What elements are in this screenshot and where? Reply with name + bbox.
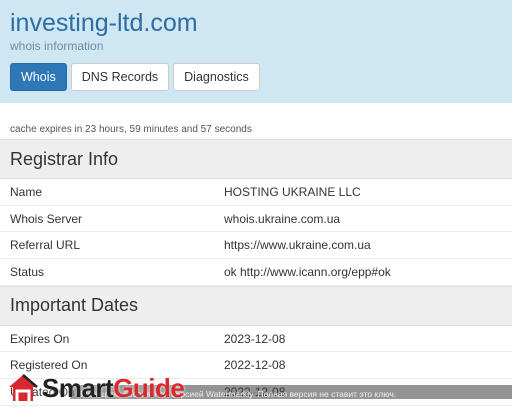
row-value: HOSTING UKRAINE LLC: [224, 184, 361, 199]
table-row: Referral URL https://www.ukraine.com.ua: [0, 232, 512, 260]
cache-note: cache expires in 23 hours, 59 minutes an…: [10, 124, 252, 135]
watermark-overlay: Защищено бесплатной версией Watermarkly.…: [0, 365, 512, 409]
tab-bar: Whois DNS Records Diagnostics: [10, 63, 502, 91]
tab-whois[interactable]: Whois: [10, 63, 67, 91]
table-row: Expires On 2023-12-08: [0, 326, 512, 353]
row-key: Referral URL: [10, 238, 81, 253]
logo-text-guide: Guide: [113, 372, 185, 403]
table-row: Status ok http://www.icann.org/epp#ok: [0, 259, 512, 286]
row-value: https://www.ukraine.com.ua: [224, 238, 371, 253]
row-key: Expires On: [10, 331, 70, 346]
tab-diagnostics[interactable]: Diagnostics: [173, 63, 260, 91]
table-row: Name HOSTING UKRAINE LLC: [0, 179, 512, 206]
important-dates-heading: Important Dates: [0, 285, 512, 326]
logo-text-smart: Smart: [42, 372, 114, 403]
row-value: whois.ukraine.com.ua: [224, 211, 341, 226]
row-value: ok http://www.icann.org/epp#ok: [224, 264, 391, 279]
row-key: Whois Server: [10, 211, 83, 226]
logo-text: SmartGuide: [42, 372, 185, 404]
page-subtitle: whois information: [10, 39, 104, 53]
registrar-info-heading: Registrar Info: [0, 139, 512, 179]
page-title: investing-ltd.com: [10, 9, 198, 37]
table-row: Whois Server whois.ukraine.com.ua: [0, 206, 512, 233]
row-value: 2023-12-08: [224, 331, 286, 346]
house-logo-icon: [9, 374, 38, 401]
tab-dns-records[interactable]: DNS Records: [70, 63, 170, 91]
registrar-info-table: Name HOSTING UKRAINE LLC Whois Server wh…: [0, 179, 512, 286]
page-header: investing-ltd.com whois information Whoi…: [0, 0, 512, 103]
row-key: Status: [10, 264, 45, 279]
row-key: Name: [10, 184, 43, 199]
smartguide-logo: SmartGuide: [6, 371, 185, 405]
